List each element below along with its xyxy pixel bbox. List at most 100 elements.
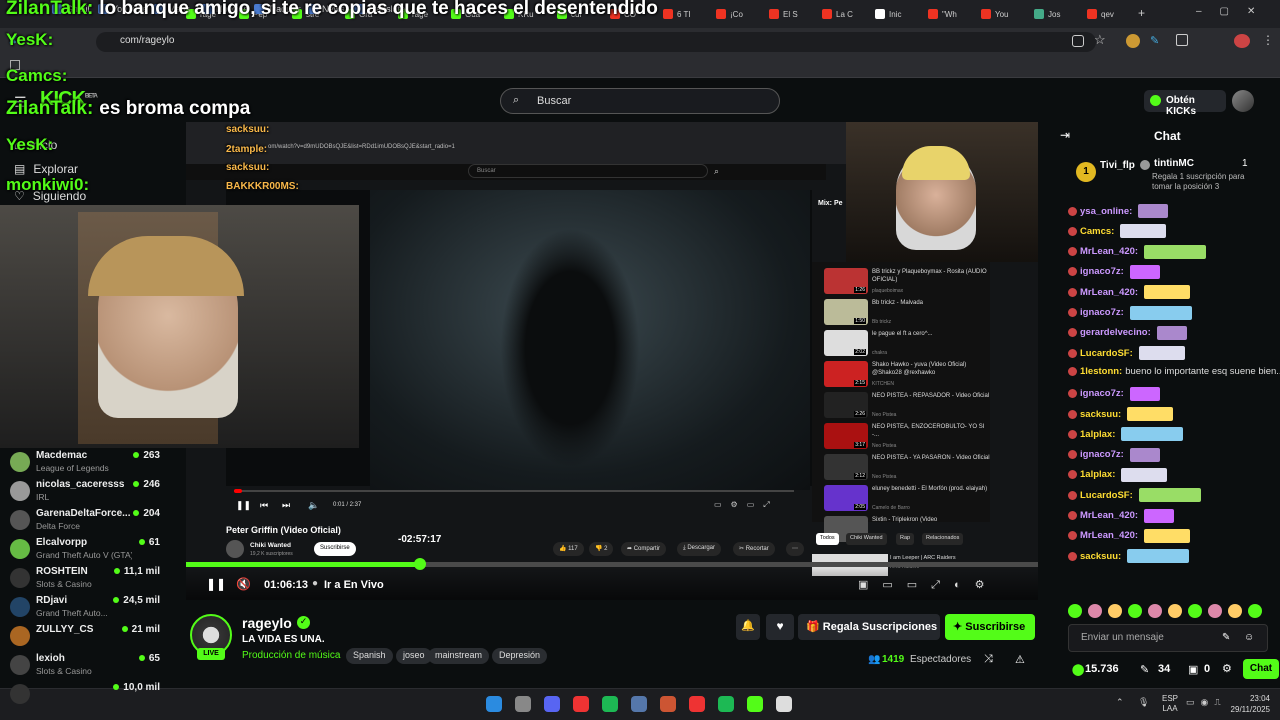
player-right-controls[interactable]: ▣▭▭⤢◐⚙ bbox=[858, 578, 999, 592]
yt-filter-chip[interactable]: Relacionados bbox=[922, 533, 964, 545]
chat-message[interactable]: MrLean_420: bbox=[1068, 508, 1175, 523]
chat-settings-icon[interactable]: ⚙ bbox=[1222, 662, 1232, 675]
report-icon[interactable]: ⚠ bbox=[1015, 653, 1025, 666]
browser-tab[interactable]: ¡Co bbox=[716, 4, 766, 24]
emoji-icon[interactable]: ☺ bbox=[1244, 632, 1254, 643]
emote-shortcut[interactable] bbox=[1168, 604, 1182, 618]
stream-tag[interactable]: Spanish bbox=[346, 648, 393, 664]
yt-playlist-item[interactable]: 2:26 NEO PISTEA - REPASADOR - Video Ofici… bbox=[824, 392, 994, 422]
chat-message[interactable]: 1lestonn: bueno lo importante esq suene b… bbox=[1068, 366, 1280, 377]
browser-tab[interactable]: Jos bbox=[1034, 4, 1084, 24]
chat-username[interactable]: ignaco7z: bbox=[1080, 307, 1124, 318]
yt-filter-chip[interactable]: Chiki Wanted bbox=[846, 533, 887, 545]
chat-message[interactable]: ignaco7z: bbox=[1068, 264, 1160, 279]
yt-search[interactable]: Buscar bbox=[468, 164, 708, 178]
chat-username[interactable]: ysa_online: bbox=[1080, 206, 1132, 217]
browser-tab[interactable]: 6 TI bbox=[663, 4, 713, 24]
yt-filter-chip[interactable]: Rap bbox=[896, 533, 915, 545]
yt-like-button[interactable]: 👍 117 bbox=[553, 542, 584, 556]
yt-settings-icons[interactable]: ▭⚙▭⤢ bbox=[714, 500, 779, 510]
yt-playlist-item[interactable]: 2:02 le pague el ft a cero^... chakra bbox=[824, 330, 994, 360]
chat-username[interactable]: 1alplax: bbox=[1080, 429, 1115, 440]
taskbar-app-icon[interactable] bbox=[718, 696, 734, 712]
yt-playlist-item[interactable]: 1:50 Bb trickz - Malvada Bb trickz bbox=[824, 299, 994, 329]
sidebar-channel[interactable]: RDjavi Grand Theft Auto... 24,5 mil bbox=[10, 595, 160, 621]
chat-message[interactable]: sacksuu: bbox=[1068, 549, 1190, 564]
chat-username[interactable]: ignaco7z: bbox=[1080, 266, 1124, 277]
get-kicks-button[interactable]: Obtén KICKs bbox=[1144, 90, 1226, 117]
yt-volume-icon[interactable]: 🔈 bbox=[308, 500, 319, 511]
yt-channel-name[interactable]: Chiki Wanted bbox=[250, 542, 291, 549]
search-input[interactable]: ⌕ Buscar bbox=[500, 88, 780, 114]
stream-tag[interactable]: joseo bbox=[396, 648, 432, 664]
chat-username[interactable]: ignaco7z: bbox=[1080, 449, 1124, 460]
bookmark-star-icon[interactable]: ☆ bbox=[1094, 32, 1106, 48]
yt-progress[interactable] bbox=[234, 490, 794, 492]
extension-icon[interactable] bbox=[1126, 34, 1140, 48]
nav-explore[interactable]: ▤ Explorar bbox=[14, 162, 78, 176]
sidebar-channel[interactable]: GarenaDeltaForce... Delta Force 204 bbox=[10, 508, 160, 534]
sidebar-channel[interactable]: ZULLYY_CS 21 mil bbox=[10, 624, 160, 650]
yt-download-button[interactable]: ⤓ Descargar bbox=[677, 542, 722, 556]
emote-shortcut[interactable] bbox=[1188, 604, 1202, 618]
subscribe-button[interactable]: ✦ Suscribirse bbox=[945, 614, 1035, 640]
chat-message[interactable]: ysa_online: bbox=[1068, 204, 1169, 218]
sidebar-channel[interactable]: 10,0 mil bbox=[10, 682, 160, 708]
taskbar-app-icon[interactable] bbox=[747, 696, 763, 712]
taskbar-app-icon[interactable] bbox=[486, 696, 502, 712]
chat-username[interactable]: MrLean_420: bbox=[1080, 530, 1138, 541]
yt-filter-chip[interactable]: Todos bbox=[816, 533, 839, 545]
emote-shortcut[interactable] bbox=[1208, 604, 1222, 618]
browser-tab[interactable]: El S bbox=[769, 4, 819, 24]
emote-shortcut[interactable] bbox=[1248, 604, 1262, 618]
stream-tag[interactable]: Depresión bbox=[492, 648, 548, 664]
chat-username[interactable]: MrLean_420: bbox=[1080, 510, 1138, 521]
chat-message[interactable]: 1alplax: bbox=[1068, 467, 1168, 482]
chat-message[interactable]: ignaco7z: bbox=[1068, 447, 1160, 462]
taskbar-app-icon[interactable] bbox=[602, 696, 618, 712]
chat-send-button[interactable]: Chat bbox=[1243, 659, 1279, 679]
taskbar-app-icon[interactable] bbox=[776, 696, 792, 712]
go-live-button[interactable]: Ir a En Vivo bbox=[324, 579, 384, 591]
profile-icon[interactable] bbox=[1234, 34, 1250, 48]
chat-username[interactable]: LucardoSF: bbox=[1080, 348, 1133, 359]
badge-count[interactable]: 34 bbox=[1158, 663, 1170, 675]
yt-prev-icon[interactable]: ⏮ bbox=[260, 500, 268, 511]
yt-playlist-item[interactable]: 2:15 Shako Hawko - yuva (Video Oficial) @… bbox=[824, 361, 994, 391]
chat-message[interactable]: ignaco7z: bbox=[1068, 386, 1160, 401]
taskbar-app-icon[interactable] bbox=[573, 696, 589, 712]
sidebar-channel[interactable]: ROSHTEIN Slots & Casino 11,1 mil bbox=[10, 566, 160, 592]
yt-subscribe-button[interactable]: Suscribirse bbox=[314, 542, 356, 556]
extensions-puzzle-icon[interactable] bbox=[1176, 34, 1188, 46]
emote-shortcut[interactable] bbox=[1088, 604, 1102, 618]
chat-message[interactable]: 1alplax: bbox=[1068, 427, 1184, 442]
clock[interactable]: 23:04 29/11/2025 bbox=[1220, 693, 1270, 715]
chat-message[interactable]: MrLean_420: bbox=[1068, 244, 1207, 259]
mute-icon[interactable]: 🔇 bbox=[236, 577, 251, 591]
share-icon[interactable]: ⤨ bbox=[984, 653, 993, 666]
user-avatar[interactable] bbox=[1232, 90, 1254, 112]
yt-channel-avatar[interactable] bbox=[226, 540, 244, 558]
browser-tab[interactable]: qev bbox=[1087, 4, 1137, 24]
chat-username[interactable]: Camcs: bbox=[1080, 226, 1114, 237]
browser-tab[interactable]: Inic bbox=[875, 4, 925, 24]
extension-2-icon[interactable]: ✎ bbox=[1150, 34, 1159, 47]
gift-subs-button[interactable]: 🎁 Regala Suscripciones bbox=[798, 614, 940, 640]
taskbar-app-icon[interactable] bbox=[689, 696, 705, 712]
yt-playlist-item[interactable]: 2:05 eluney benedetti - El Morfón (prod. … bbox=[824, 485, 994, 515]
emote-shortcut[interactable] bbox=[1108, 604, 1122, 618]
taskbar-app-icon[interactable] bbox=[660, 696, 676, 712]
notifications-bell-icon[interactable]: 🔔 bbox=[736, 614, 760, 640]
sidebar-channel[interactable]: Elcalvorpp Grand Theft Auto V (GTA) 61 bbox=[10, 537, 160, 563]
chat-username[interactable]: sacksuu: bbox=[1080, 551, 1121, 562]
leaderboard-user[interactable]: Tivi_flp bbox=[1100, 160, 1135, 171]
chat-message[interactable]: LucardoSF: bbox=[1068, 488, 1201, 503]
collapse-chat-icon[interactable]: ⇥ bbox=[1060, 128, 1070, 142]
chat-username[interactable]: sacksuu: bbox=[1080, 409, 1121, 420]
yt-playlist-item[interactable]: 1:26 BB trickz y Plaqueboymax - Rosita (A… bbox=[824, 268, 994, 298]
yt-playlist-item[interactable]: 3:17 NEO PISTEA, ENZOCEROBULTO- YO SI -..… bbox=[824, 423, 994, 453]
streamer-name[interactable]: rageylo bbox=[242, 615, 292, 631]
emote-shortcut[interactable] bbox=[1148, 604, 1162, 618]
browser-tab[interactable]: "Wh bbox=[928, 4, 978, 24]
window-controls[interactable]: –▢✕ bbox=[1196, 6, 1273, 17]
